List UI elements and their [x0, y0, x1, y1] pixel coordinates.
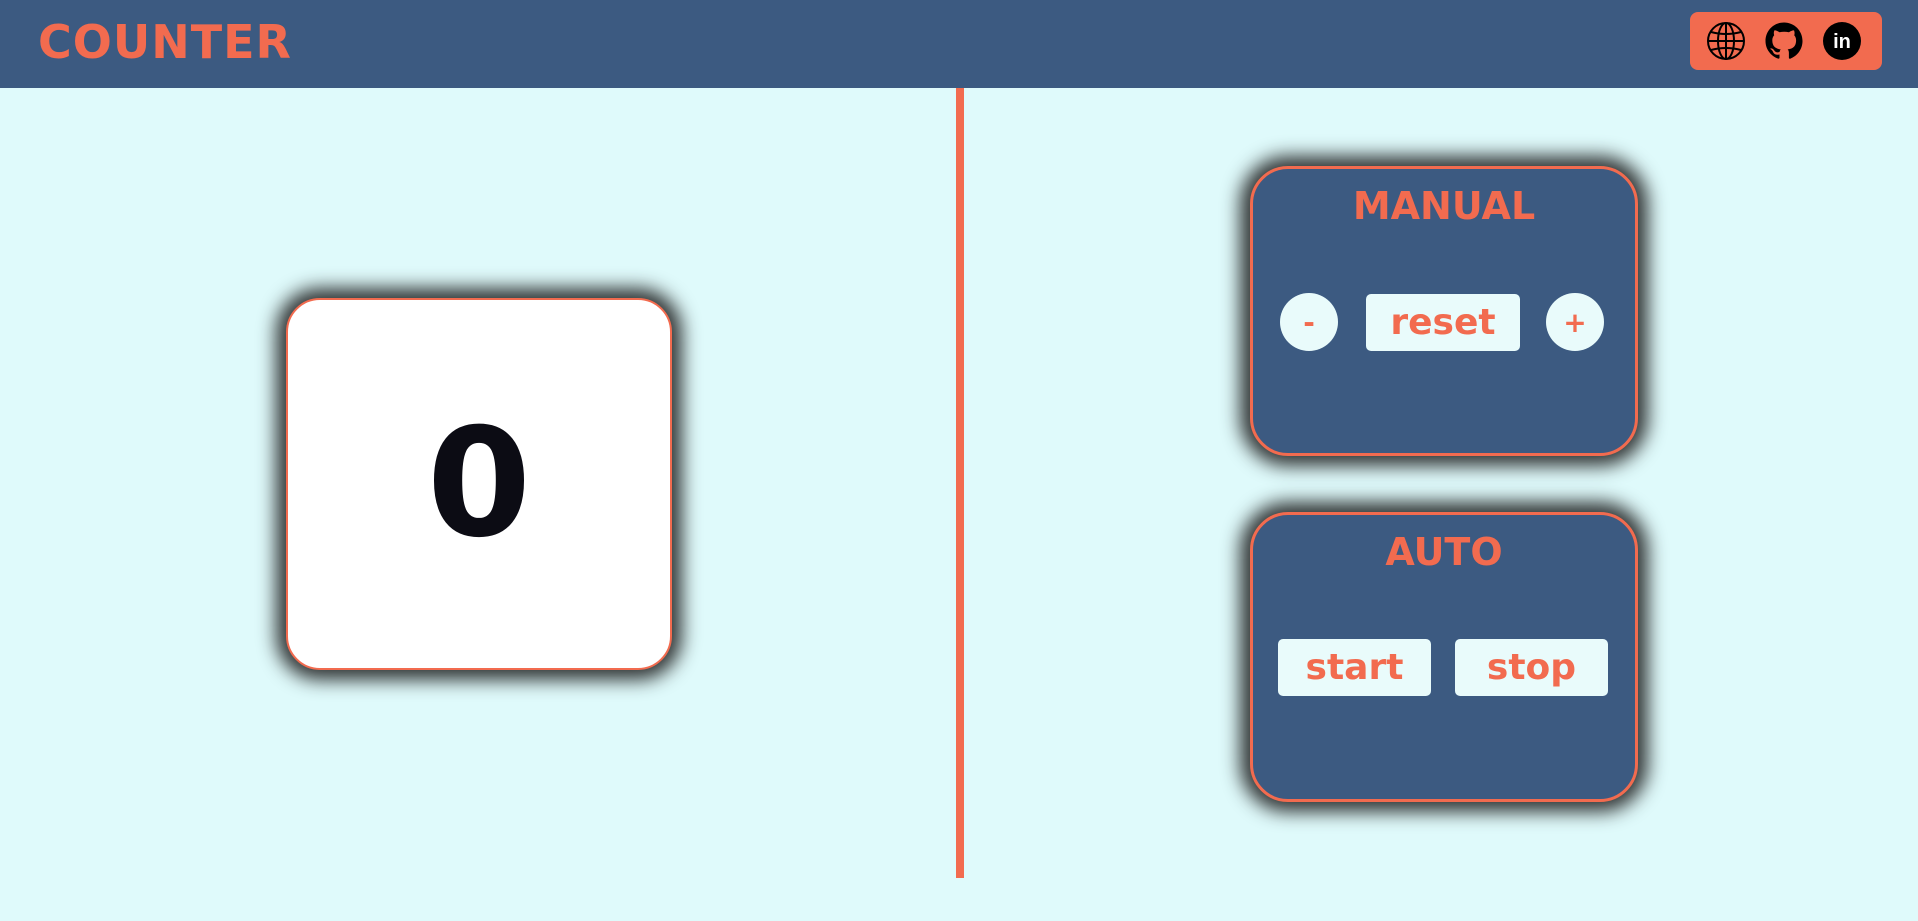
app-title: COUNTER	[38, 15, 292, 69]
linkedin-icon-text: in	[1833, 31, 1851, 53]
social-links: in	[1690, 12, 1882, 70]
manual-panel: MANUAL - reset +	[1250, 166, 1638, 456]
counter-value: 0	[426, 397, 532, 571]
auto-panel: AUTO start stop	[1250, 512, 1638, 802]
vertical-divider	[956, 88, 964, 878]
auto-panel-title: AUTO	[1385, 530, 1503, 574]
stop-button[interactable]: stop	[1455, 639, 1608, 696]
globe-icon[interactable]	[1706, 21, 1746, 61]
reset-button[interactable]: reset	[1366, 294, 1520, 351]
manual-panel-title: MANUAL	[1352, 184, 1536, 228]
github-icon[interactable]	[1764, 21, 1804, 61]
decrement-button[interactable]: -	[1280, 293, 1338, 351]
linkedin-icon[interactable]: in	[1822, 21, 1862, 61]
top-bar: COUNTER in	[0, 0, 1918, 88]
increment-button[interactable]: +	[1546, 293, 1604, 351]
start-button[interactable]: start	[1278, 639, 1431, 696]
counter-display: 0	[286, 298, 672, 670]
